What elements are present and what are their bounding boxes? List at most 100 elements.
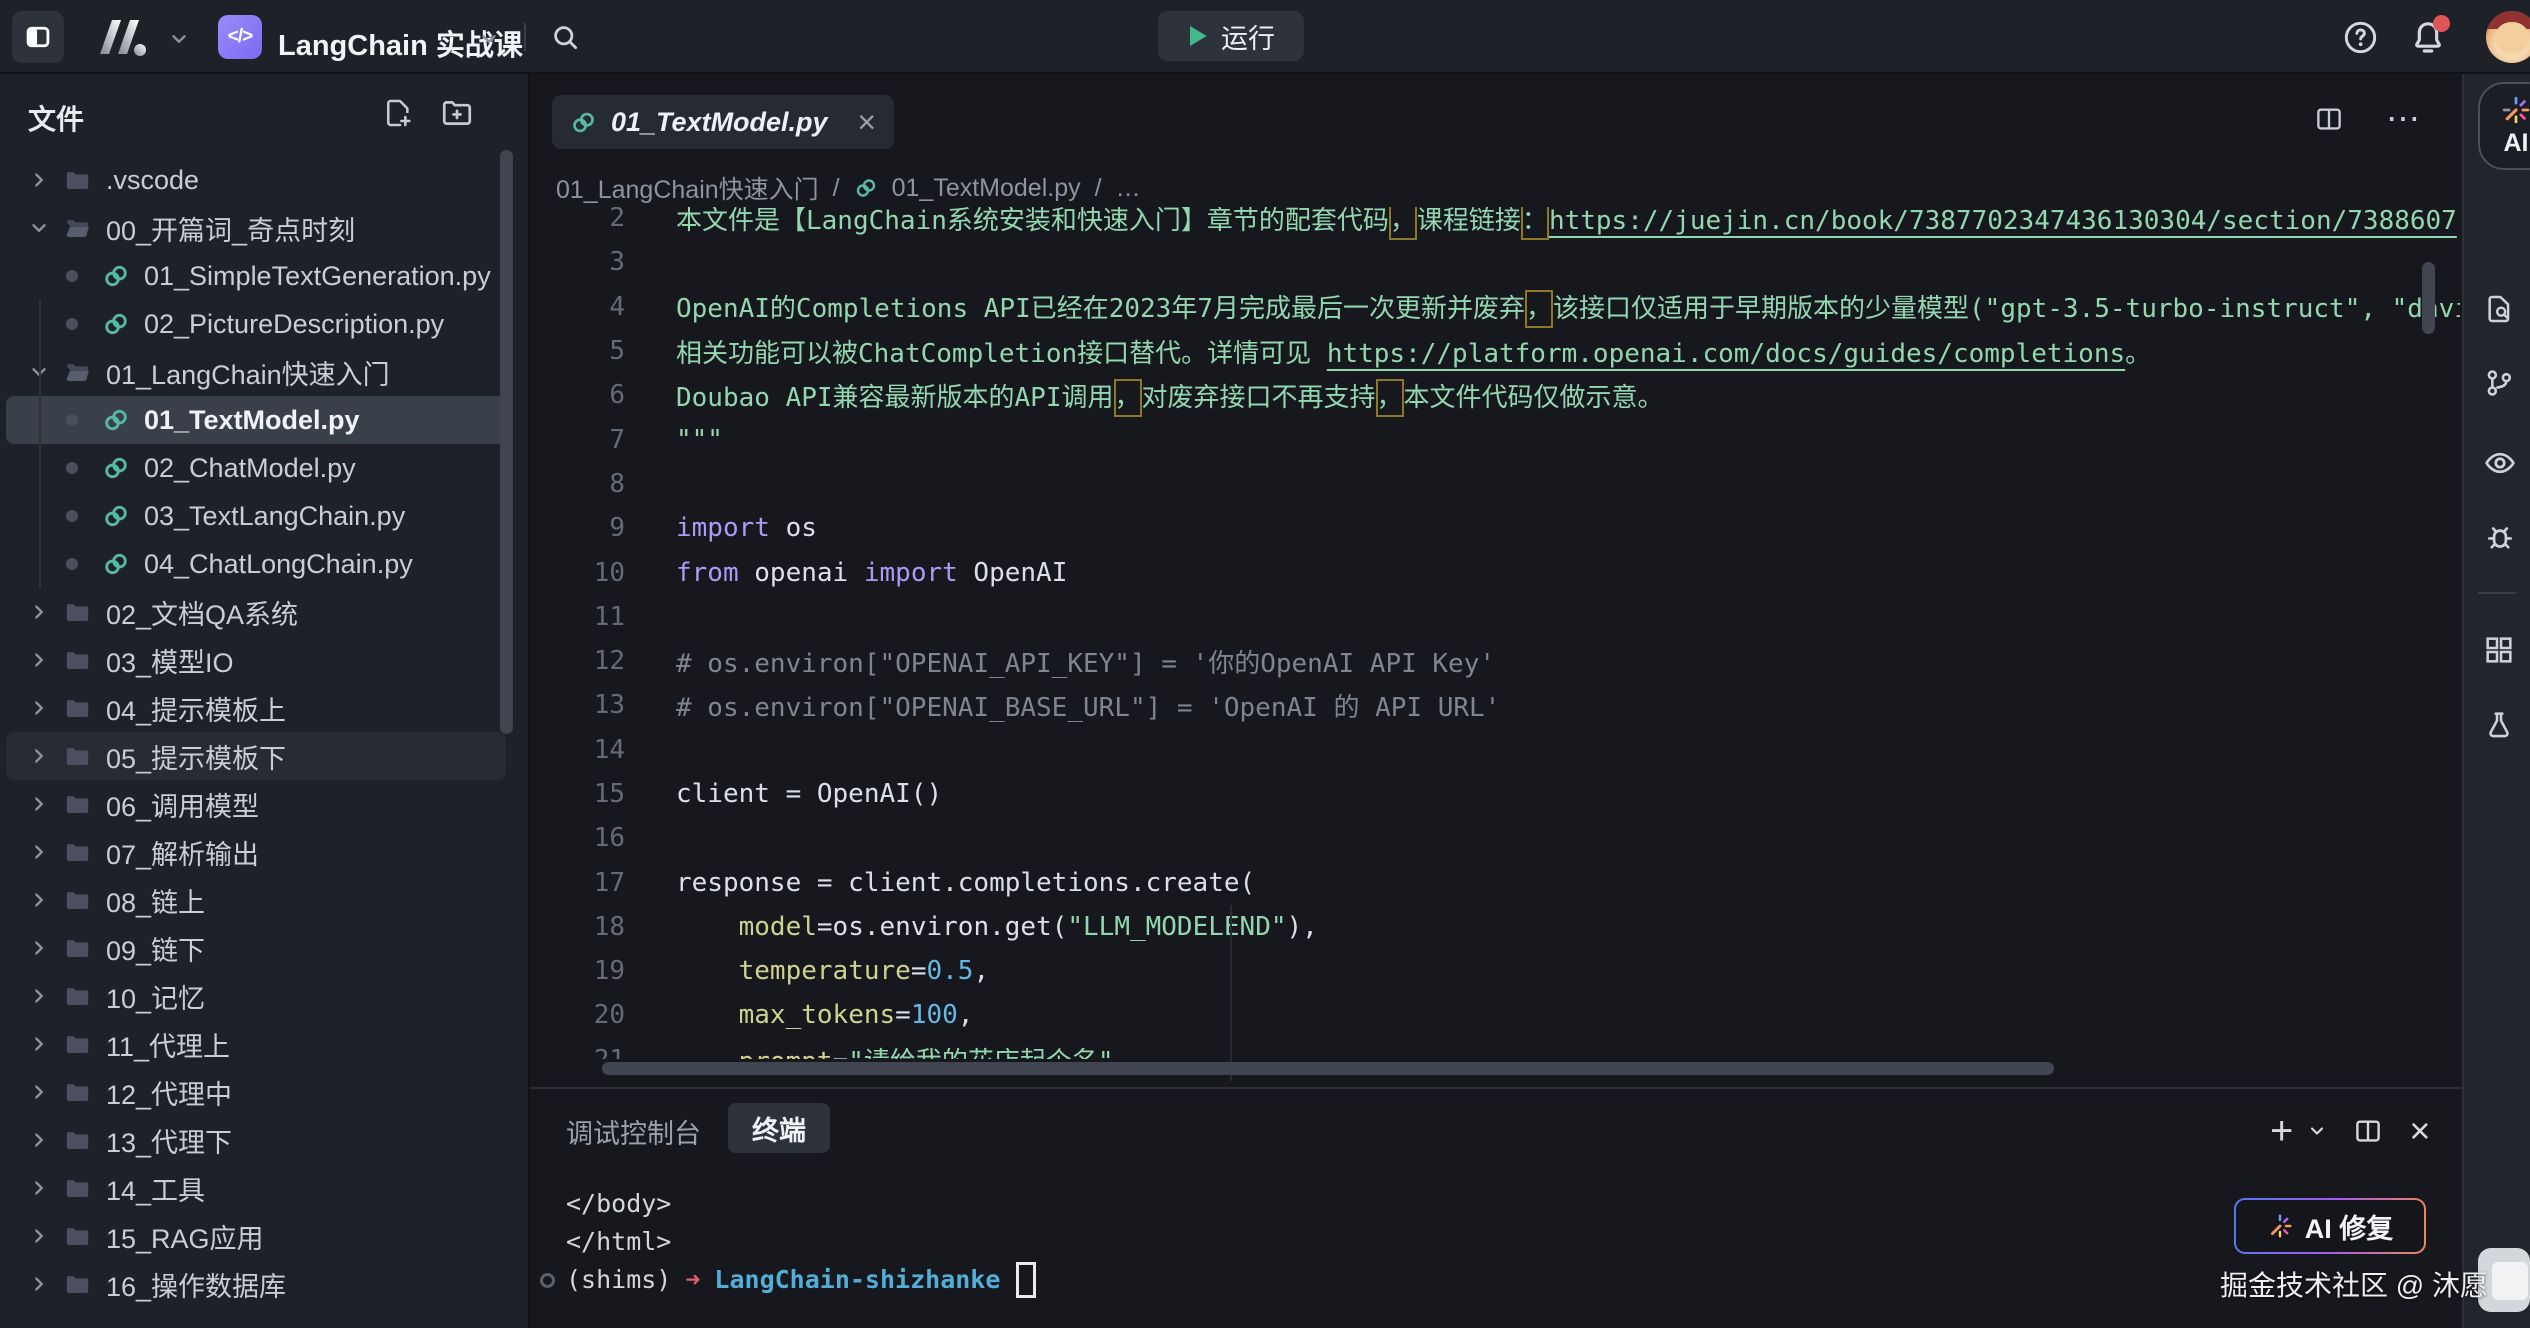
chevron-right-icon[interactable] <box>22 601 56 623</box>
breadcrumb-separator: / <box>1095 174 1102 203</box>
split-editor-icon[interactable] <box>2314 104 2344 134</box>
chevron-right-icon[interactable] <box>22 649 56 671</box>
tree-item[interactable]: 01_LangChain快速入门 <box>6 348 506 396</box>
chevron-right-icon[interactable] <box>22 169 56 191</box>
tree-item[interactable]: 12_代理中 <box>6 1068 506 1116</box>
prompt-directory: LangChain-shizhanke <box>714 1261 1000 1299</box>
tree-item[interactable]: 00_开篇词_奇点时刻 <box>6 204 506 252</box>
ai-assistant-button[interactable]: AI <box>2478 82 2530 170</box>
tree-item[interactable]: 10_记忆 <box>6 972 506 1020</box>
git-branch-icon[interactable] <box>2483 366 2515 400</box>
breadcrumb-file[interactable]: 01_TextModel.py <box>892 174 1081 203</box>
sidebar-toggle-button[interactable] <box>12 11 64 63</box>
code-token: OpenAI的Completions API已经在2023年7月完成最后一次更新… <box>676 294 1525 324</box>
app-logo[interactable] <box>96 16 154 58</box>
help-icon[interactable] <box>2342 19 2379 56</box>
tree-item[interactable]: 11_代理上 <box>6 1020 506 1068</box>
terminal-chevron-down-icon[interactable] <box>2307 1121 2327 1141</box>
editor-tab[interactable]: 01_TextModel.py × <box>552 95 894 149</box>
tree-item[interactable]: 02_ChatModel.py <box>6 444 506 492</box>
run-button[interactable]: 运行 <box>1158 11 1304 61</box>
chevron-right-icon[interactable] <box>22 1033 56 1055</box>
file-status-dot <box>66 318 78 330</box>
ai-fix-button[interactable]: AI 修复 <box>2234 1198 2426 1254</box>
extensions-grid-icon[interactable] <box>2483 634 2515 666</box>
notifications-button[interactable] <box>2408 17 2452 61</box>
tree-item[interactable]: 06_调用模型 <box>6 780 506 828</box>
code-line: 16 <box>530 816 2460 860</box>
code-token: 对废弃接口不再支持 <box>1142 383 1376 413</box>
tree-item[interactable]: 02_文档QA系统 <box>6 588 506 636</box>
new-folder-icon[interactable] <box>440 96 474 130</box>
horizontal-scrollbar[interactable] <box>602 1062 2054 1075</box>
close-panel-icon[interactable]: × <box>2409 1113 2430 1149</box>
tree-item[interactable]: 08_链上 <box>6 876 506 924</box>
folder-glyph <box>64 599 91 626</box>
chevron-right-icon[interactable] <box>22 745 56 767</box>
breadcrumb-more[interactable]: … <box>1116 174 1141 203</box>
tree-item-label: 13_代理下 <box>106 1121 232 1160</box>
more-actions-icon[interactable]: ⋯ <box>2386 109 2422 129</box>
tree-item[interactable]: 03_模型IO <box>6 636 506 684</box>
code-token: , <box>958 1000 974 1030</box>
code-viewport[interactable]: 2本文件是【LangChain系统安装和快速入门】章节的配套代码，课程链接：ht… <box>530 207 2460 1059</box>
chevron-right-icon[interactable] <box>22 793 56 815</box>
ai-label: AI <box>2504 129 2529 158</box>
terminal-output[interactable]: </body></html>(shims)➜LangChain-shizhank… <box>566 1185 1036 1299</box>
logo-chevron-down-icon[interactable] <box>168 28 190 50</box>
terminal-cursor[interactable] <box>1016 1262 1036 1298</box>
tree-item[interactable]: 09_链下 <box>6 924 506 972</box>
line-content: 本文件是【LangChain系统安装和快速入门】章节的配套代码，课程链接：htt… <box>676 207 2457 237</box>
breadcrumb-folder[interactable]: 01_LangChain快速入门 <box>556 170 819 206</box>
chevron-right-icon[interactable] <box>22 1225 56 1247</box>
chevron-down-icon[interactable] <box>22 217 56 239</box>
tree-item[interactable]: 04_提示模板上 <box>6 684 506 732</box>
split-panel-icon[interactable] <box>2353 1116 2383 1146</box>
vertical-scrollbar[interactable] <box>2422 262 2435 334</box>
tree-item[interactable]: 01_TextModel.py <box>6 396 506 444</box>
sidebar-scrollbar[interactable] <box>500 150 513 734</box>
tree-item[interactable]: 02_PictureDescription.py <box>6 300 506 348</box>
folder-icon <box>60 167 94 194</box>
tree-item[interactable]: 03_TextLangChain.py <box>6 492 506 540</box>
debug-bug-icon[interactable] <box>2483 520 2517 554</box>
tree-item[interactable]: .vscode <box>6 156 506 204</box>
line-number: 5 <box>530 336 625 366</box>
tab-close-icon[interactable]: × <box>857 106 876 138</box>
file-search-icon[interactable] <box>2483 292 2515 326</box>
tab-terminal[interactable]: 终端 <box>728 1103 830 1153</box>
tree-item[interactable]: 07_解析输出 <box>6 828 506 876</box>
tab-debug-console[interactable]: 调试控制台 <box>566 1112 701 1151</box>
search-icon[interactable] <box>550 22 580 52</box>
chevron-right-icon[interactable] <box>22 1129 56 1151</box>
lab-flask-icon[interactable] <box>2483 708 2515 742</box>
preview-eye-icon[interactable] <box>2483 446 2517 480</box>
chevron-right-icon[interactable] <box>22 937 56 959</box>
folder-icon <box>60 647 94 674</box>
folder-icon <box>60 1175 94 1202</box>
watermark-logo <box>2492 1262 2528 1300</box>
tree-item[interactable]: 16_操作数据库 <box>6 1260 506 1308</box>
chevron-right-icon[interactable] <box>22 1273 56 1295</box>
chevron-right-icon[interactable] <box>22 889 56 911</box>
chevron-right-icon[interactable] <box>22 1177 56 1199</box>
tree-item[interactable]: 14_工具 <box>6 1164 506 1212</box>
chevron-right-icon[interactable] <box>22 697 56 719</box>
tree-item[interactable]: 15_RAG应用 <box>6 1212 506 1260</box>
user-avatar[interactable] <box>2486 11 2530 63</box>
new-file-icon[interactable] <box>382 96 414 130</box>
tree-item[interactable]: 05_提示模板下 <box>6 732 506 780</box>
tree-item[interactable]: 13_代理下 <box>6 1116 506 1164</box>
chevron-glyph <box>28 745 50 767</box>
folder-glyph <box>64 983 91 1010</box>
tree-item[interactable]: 04_ChatLongChain.py <box>6 540 506 588</box>
chain-glyph <box>102 262 130 290</box>
code-line: 2本文件是【LangChain系统安装和快速入门】章节的配套代码，课程链接：ht… <box>530 207 2460 240</box>
chevron-right-icon[interactable] <box>22 841 56 863</box>
project-chevron-down-icon[interactable] <box>478 28 500 50</box>
new-terminal-icon[interactable]: + <box>2270 1111 2293 1151</box>
chevron-right-icon[interactable] <box>22 985 56 1007</box>
chevron-right-icon[interactable] <box>22 1081 56 1103</box>
tree-item[interactable]: 01_SimpleTextGeneration.py <box>6 252 506 300</box>
code-editor[interactable]: 01_TextModel.py × ⋯ 01_LangChain快速入门 / 0… <box>530 74 2462 1087</box>
